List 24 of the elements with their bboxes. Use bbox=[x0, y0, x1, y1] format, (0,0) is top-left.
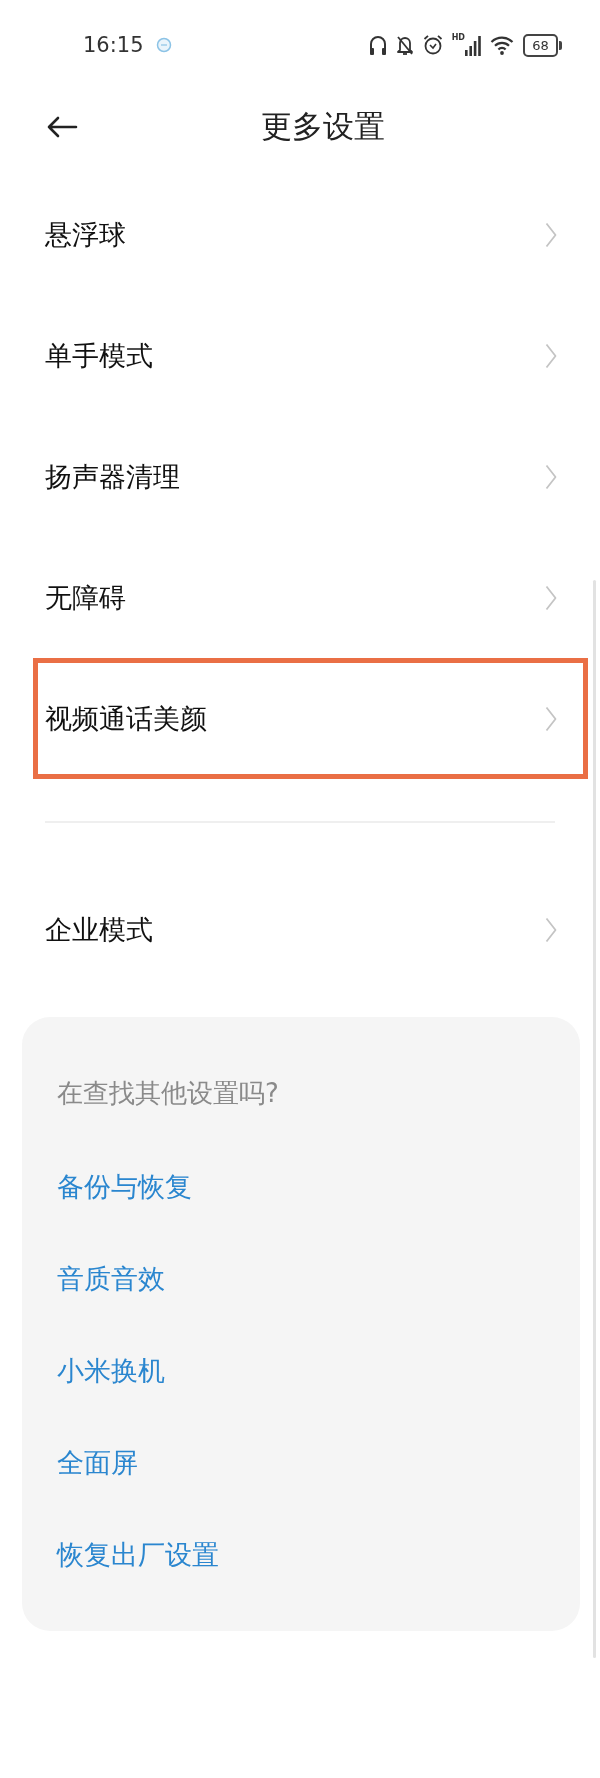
settings-link[interactable]: 小米换机 bbox=[57, 1353, 165, 1389]
circle-badge-icon bbox=[155, 37, 172, 53]
wifi-icon bbox=[490, 34, 514, 56]
page-title: 更多设置 bbox=[261, 107, 385, 146]
signal-bars-icon bbox=[465, 34, 481, 56]
settings-link[interactable]: 音质音效 bbox=[57, 1261, 165, 1297]
chevron-right-icon bbox=[545, 584, 557, 611]
suggestions-prompt: 在查找其他设置吗? bbox=[57, 1077, 279, 1110]
alarm-clock-icon bbox=[422, 34, 443, 56]
status-time: 16:15 bbox=[83, 33, 144, 57]
chevron-right-icon bbox=[545, 916, 557, 943]
chevron-right-icon bbox=[545, 705, 557, 732]
settings-link[interactable]: 恢复出厂设置 bbox=[57, 1537, 219, 1573]
network-type-label: HD bbox=[451, 34, 465, 42]
settings-link[interactable]: 备份与恢复 bbox=[57, 1169, 192, 1205]
muted-bell-icon bbox=[395, 34, 414, 56]
chevron-right-icon bbox=[545, 463, 557, 490]
back-button[interactable] bbox=[46, 115, 78, 139]
back-arrow-icon bbox=[46, 115, 78, 139]
chevron-right-icon bbox=[545, 342, 557, 369]
headphones-icon bbox=[368, 34, 387, 56]
chevron-right-icon bbox=[545, 221, 557, 248]
settings-row[interactable]: 视频通话美颜 bbox=[33, 658, 588, 779]
settings-link[interactable]: 全面屏 bbox=[57, 1445, 138, 1481]
